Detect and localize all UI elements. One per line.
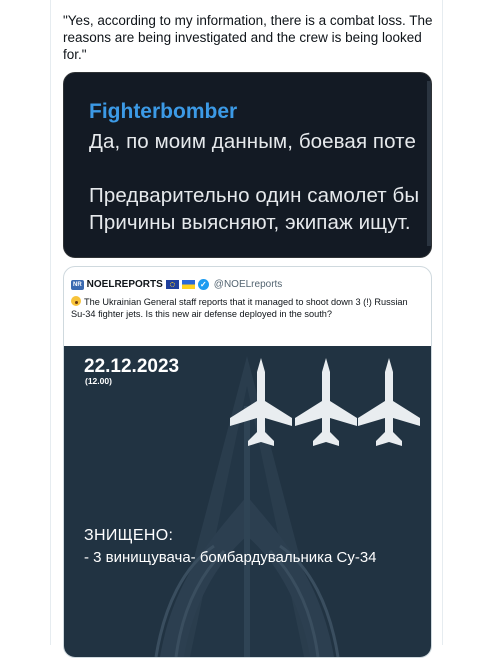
account-name[interactable]: NOELREPORTS [87,279,163,290]
screenshot-line-1: Да, по моим данным, боевая поте [89,130,416,153]
screenshot-line-2: Предварительно один самолет бы [89,184,420,207]
image-artwork [154,356,420,657]
screenshot-channel-name: Fighterbomber [89,100,238,123]
telegram-screenshot-image[interactable]: Fighterbomber Да, по моим данным, боевая… [63,72,432,258]
quoted-tweet-body: The Ukrainian General staff reports that… [71,297,408,319]
account-handle[interactable]: @NOELreports [214,279,283,290]
verified-icon: ✓ [197,279,209,290]
ukraine-flag-icon [181,280,195,289]
plane-icon-3 [358,358,420,446]
plane-icon-2 [295,358,357,446]
image-date: 22.12.2023 [84,356,180,377]
quoted-tweet-card[interactable]: NR NOELREPORTS ✓ @NOELreports The Ukrain… [63,266,432,658]
image-time: (12.00) [85,376,112,386]
image-item: - 3 винищувача- бомбардувальника Су-34 [84,549,377,566]
quoted-tweet-header: NR NOELREPORTS ✓ @NOELreports [71,279,282,290]
timeline-column: "Yes, according to my information, there… [50,0,443,658]
astonished-face-icon [71,296,81,306]
quoted-tweet-text: The Ukrainian General staff reports that… [71,296,421,320]
quoted-tweet-image[interactable]: 22.12.2023 (12.00) ЗНИЩЕНО: - 3 винищува… [64,346,431,657]
avatar[interactable]: NR [71,279,84,290]
screenshot-line-3: Причины выясняют, экипаж ищут. [89,211,411,234]
eu-flag-icon [165,280,179,289]
tweet-text: "Yes, according to my information, there… [63,13,433,62]
screenshot-scrollbar [427,81,431,246]
image-heading: ЗНИЩЕНО: [84,527,174,544]
